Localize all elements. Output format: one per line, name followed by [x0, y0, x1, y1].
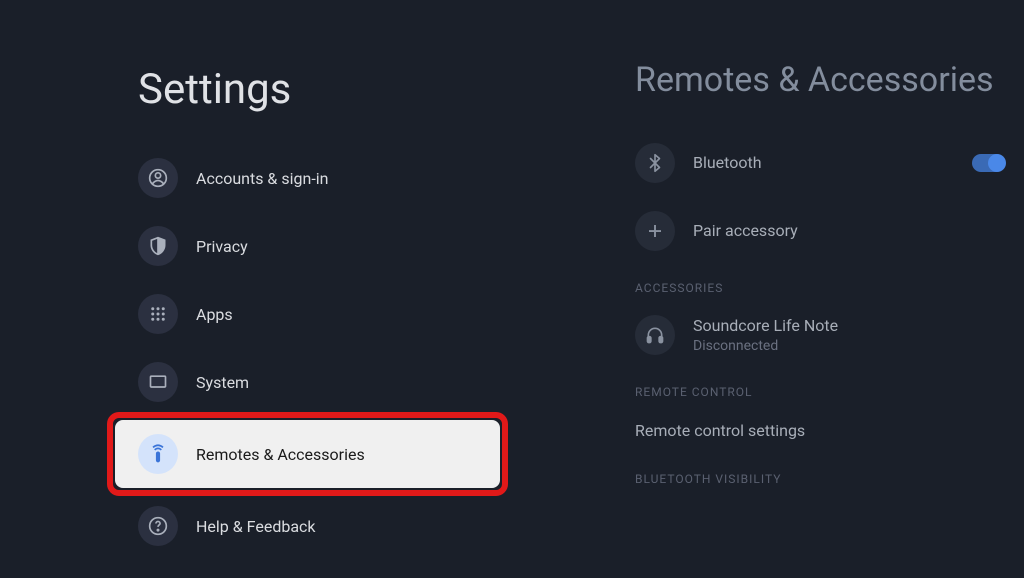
sidebar-item-accounts[interactable]: Accounts & sign-in: [0, 144, 605, 212]
sidebar-item-label: Privacy: [196, 237, 248, 256]
bt-visibility-section-header: BLUETOOTH VISIBILITY: [635, 472, 1014, 486]
detail-panel: Remotes & Accessories Bluetooth Pair acc…: [605, 0, 1024, 578]
plus-icon: [635, 211, 675, 251]
accessory-name: Soundcore Life Note: [693, 316, 1014, 335]
headphones-icon: [635, 315, 675, 355]
monitor-icon: [138, 362, 178, 402]
shield-icon: [138, 226, 178, 266]
bluetooth-toggle[interactable]: [972, 154, 1004, 172]
sidebar-item-remotes[interactable]: Remotes & Accessories: [115, 420, 500, 488]
sidebar-item-apps[interactable]: Apps: [0, 280, 605, 348]
sidebar-item-system[interactable]: System: [0, 348, 605, 416]
remote-control-section-header: REMOTE CONTROL: [635, 385, 1014, 399]
sidebar-item-privacy[interactable]: Privacy: [0, 212, 605, 280]
sidebar-item-help[interactable]: Help & Feedback: [0, 492, 605, 560]
remote-settings-row[interactable]: Remote control settings: [635, 405, 1014, 456]
bluetooth-row[interactable]: Bluetooth: [635, 129, 1014, 197]
remote-icon: [138, 434, 178, 474]
pair-label: Pair accessory: [693, 221, 1014, 240]
apps-icon: [138, 294, 178, 334]
sidebar-item-label: Apps: [196, 305, 233, 324]
account-icon: [138, 158, 178, 198]
bluetooth-label: Bluetooth: [693, 153, 972, 172]
help-icon: [138, 506, 178, 546]
page-title: Settings: [138, 65, 605, 114]
bluetooth-icon: [635, 143, 675, 183]
settings-sidebar: Settings Accounts & sign-in Privacy: [0, 0, 605, 578]
sidebar-item-label: Remotes & Accessories: [196, 445, 365, 464]
accessory-row[interactable]: Soundcore Life Note Disconnected: [635, 301, 1014, 369]
sidebar-item-label: Help & Feedback: [196, 517, 316, 536]
detail-title: Remotes & Accessories: [635, 60, 1014, 101]
sidebar-item-label: System: [196, 373, 249, 392]
pair-accessory-row[interactable]: Pair accessory: [635, 197, 1014, 265]
sidebar-item-label: Accounts & sign-in: [196, 169, 328, 188]
accessories-section-header: ACCESSORIES: [635, 281, 1014, 295]
accessory-status: Disconnected: [693, 338, 1014, 354]
settings-menu: Accounts & sign-in Privacy Apps: [0, 144, 605, 560]
